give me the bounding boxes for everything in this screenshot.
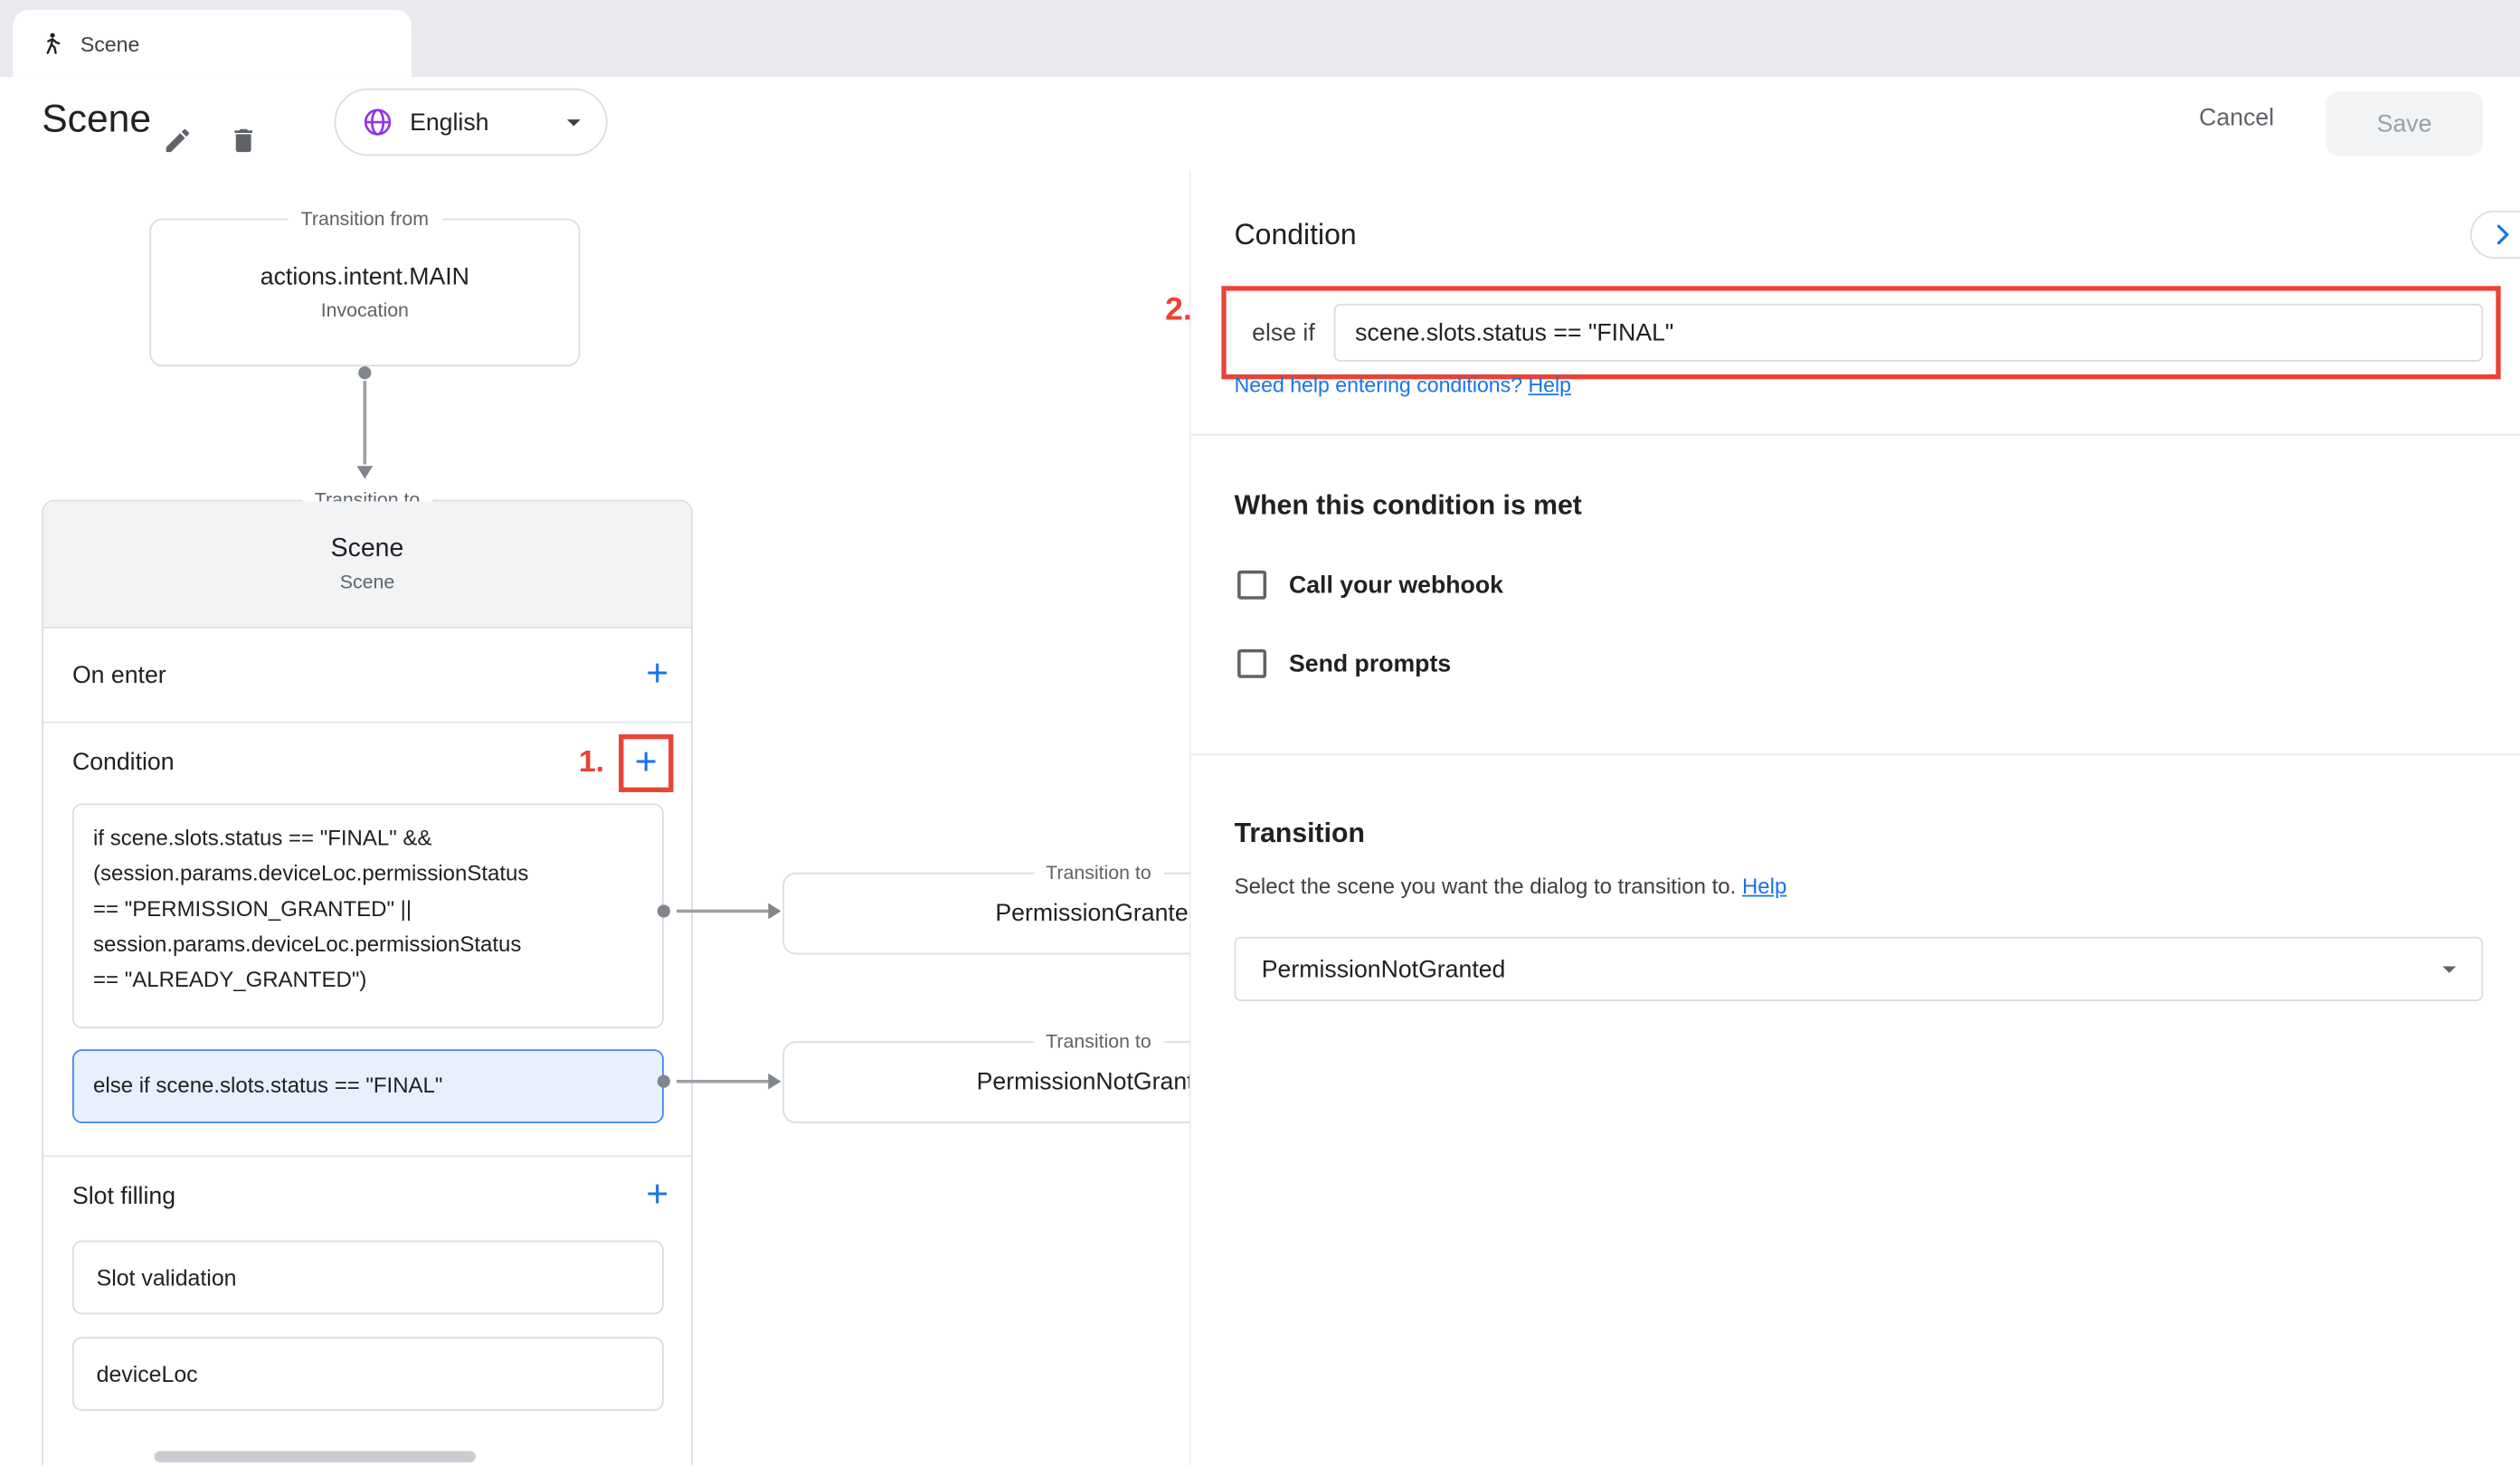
save-button[interactable]: Save bbox=[2326, 91, 2483, 156]
caret-down-icon bbox=[2433, 953, 2466, 986]
connector-line bbox=[364, 381, 367, 464]
connector-dot bbox=[658, 1075, 670, 1088]
intent-type: Invocation bbox=[321, 298, 409, 321]
person-icon bbox=[39, 31, 64, 56]
on-enter-section: On enter + bbox=[43, 629, 691, 722]
target-legend: Transition to bbox=[1033, 1030, 1164, 1053]
add-condition-button[interactable]: + bbox=[635, 743, 658, 782]
help-text: Need help entering conditions? bbox=[1235, 373, 1522, 397]
scene-editor: Scene Scene English Cancel Save bbox=[0, 0, 2520, 1465]
connector-dot bbox=[358, 366, 371, 379]
help-link[interactable]: Help bbox=[1529, 373, 1572, 397]
send-prompts-option[interactable]: Send prompts bbox=[1237, 644, 1451, 683]
condition-card-if[interactable]: if scene.slots.status == "FINAL" && (ses… bbox=[72, 803, 664, 1028]
language-selector[interactable]: English bbox=[335, 89, 608, 156]
condition-editor-panel: Condition 2. else if Need help entering … bbox=[1191, 170, 2520, 1465]
arrow-right-icon bbox=[768, 903, 781, 920]
target-legend: Transition to bbox=[1033, 861, 1164, 884]
chevron-right-icon bbox=[2487, 220, 2516, 249]
target-name: PermissionGranted bbox=[995, 900, 1190, 927]
caret-down-icon bbox=[558, 106, 591, 138]
horizontal-scrollbar[interactable] bbox=[155, 1451, 476, 1461]
connector-line bbox=[677, 910, 768, 913]
transition-target-permission-granted[interactable]: Transition to PermissionGranted bbox=[782, 873, 1190, 955]
scene-flow-canvas: Transition from actions.intent.MAIN Invo… bbox=[0, 170, 1191, 1465]
add-on-enter-button[interactable]: + bbox=[646, 656, 668, 695]
call-webhook-option[interactable]: Call your webhook bbox=[1237, 565, 1503, 604]
transition-scene-value: PermissionNotGranted bbox=[1262, 955, 2433, 982]
transition-scene-select[interactable]: PermissionNotGranted bbox=[1235, 937, 2484, 1001]
tab-scene[interactable]: Scene bbox=[13, 10, 412, 78]
pencil-icon bbox=[162, 125, 193, 156]
scene-node: Transition to Scene Scene On enter + Con… bbox=[42, 500, 693, 1466]
transition-help-link[interactable]: Help bbox=[1742, 875, 1786, 899]
call-webhook-label: Call your webhook bbox=[1289, 572, 1503, 599]
intent-name: actions.intent.MAIN bbox=[261, 263, 469, 290]
transition-from-legend: Transition from bbox=[288, 207, 441, 230]
language-label: English bbox=[410, 109, 542, 136]
condition-help-line: Need help entering conditions? Help bbox=[1235, 373, 1571, 397]
scene-node-header[interactable]: Scene Scene bbox=[43, 501, 691, 628]
divider bbox=[1191, 434, 2520, 436]
send-prompts-checkbox[interactable] bbox=[1237, 649, 1266, 678]
cancel-button[interactable]: Cancel bbox=[2199, 104, 2274, 131]
add-slot-button[interactable]: + bbox=[646, 1177, 668, 1215]
trash-icon bbox=[227, 125, 258, 156]
annotation-1: 1. bbox=[579, 745, 604, 780]
connector-dot bbox=[658, 904, 670, 917]
arrow-right-icon bbox=[768, 1073, 781, 1090]
delete-scene-button[interactable] bbox=[215, 112, 270, 166]
condition-section: Condition 1. + bbox=[43, 722, 691, 804]
page-title: Scene bbox=[42, 98, 151, 143]
panel-title: Condition bbox=[1235, 219, 1357, 252]
slot-filling-label: Slot filling bbox=[72, 1182, 175, 1209]
transition-description-text: Select the scene you want the dialog to … bbox=[1235, 875, 1737, 899]
tab-label: Scene bbox=[81, 32, 140, 56]
arrow-down-icon bbox=[356, 466, 373, 478]
condition-expression-input[interactable] bbox=[1334, 304, 2483, 362]
scene-node-subtitle: Scene bbox=[340, 571, 394, 593]
annotation-box-2: else if bbox=[1221, 286, 2500, 379]
header: Scene English Cancel Save bbox=[0, 77, 2520, 170]
transition-from-node[interactable]: Transition from actions.intent.MAIN Invo… bbox=[149, 219, 580, 366]
when-met-heading: When this condition is met bbox=[1235, 490, 1582, 523]
tab-bar: Scene bbox=[0, 0, 2520, 77]
condition-label: Condition bbox=[72, 749, 175, 776]
slot-filling-section: Slot filling + bbox=[43, 1156, 691, 1236]
scene-node-title: Scene bbox=[331, 535, 404, 564]
collapse-panel-button[interactable] bbox=[2470, 211, 2520, 259]
target-name: PermissionNotGranted bbox=[977, 1069, 1191, 1096]
slot-validation-card[interactable]: Slot validation bbox=[72, 1241, 664, 1315]
connector-line bbox=[677, 1080, 768, 1083]
on-enter-label: On enter bbox=[72, 661, 166, 688]
condition-card-elseif[interactable]: else if scene.slots.status == "FINAL" bbox=[72, 1049, 664, 1123]
send-prompts-label: Send prompts bbox=[1289, 650, 1451, 677]
condition-operator[interactable]: else if bbox=[1252, 319, 1315, 346]
transition-target-permission-not-granted[interactable]: Transition to PermissionNotGranted bbox=[782, 1041, 1190, 1123]
edit-scene-button[interactable] bbox=[149, 112, 204, 166]
deviceloc-card[interactable]: deviceLoc bbox=[72, 1337, 664, 1411]
globe-icon bbox=[362, 106, 394, 138]
annotation-box-1: + bbox=[619, 733, 673, 791]
call-webhook-checkbox[interactable] bbox=[1237, 571, 1266, 600]
annotation-2: 2. bbox=[1165, 292, 1192, 329]
transition-heading: Transition bbox=[1235, 818, 1365, 850]
transition-description: Select the scene you want the dialog to … bbox=[1235, 875, 1787, 899]
divider bbox=[1191, 753, 2520, 755]
